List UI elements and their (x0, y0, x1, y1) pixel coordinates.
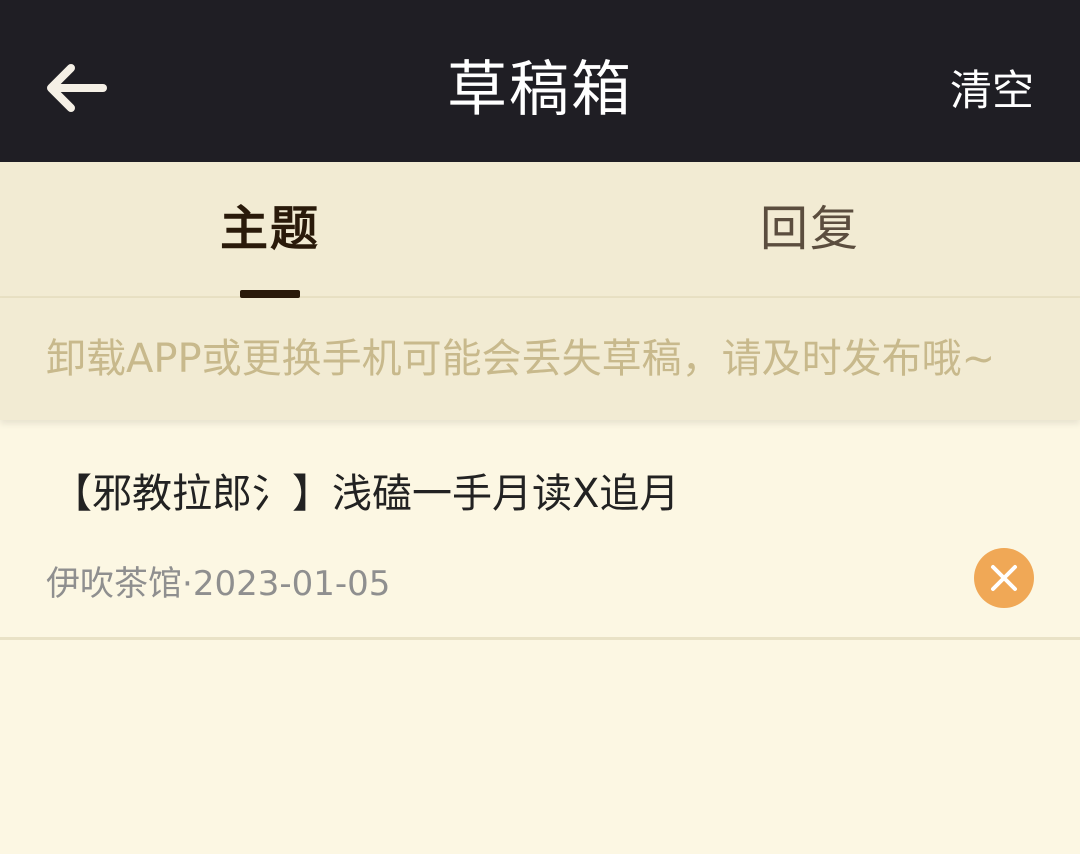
tab-topic-label: 主题 (219, 201, 320, 257)
tab-topic[interactable]: 主题 (140, 198, 400, 298)
notice-text: 卸载APP或更换手机可能会丢失草稿，请及时发布哦~ (46, 336, 996, 382)
draft-meta: 伊吹茶馆·2023-01-05 (46, 560, 390, 608)
draft-list: 【邪教拉郎氵】浅磕一手月读X追月 伊吹茶馆·2023-01-05 (0, 420, 1080, 640)
notice-banner: 卸载APP或更换手机可能会丢失草稿，请及时发布哦~ (0, 298, 1080, 420)
meta-separator: · (182, 564, 193, 604)
draft-item[interactable]: 【邪教拉郎氵】浅磕一手月读X追月 伊吹茶馆·2023-01-05 (0, 420, 1080, 640)
draft-forum: 伊吹茶馆 (46, 564, 182, 604)
top-bar: 草稿箱 清空 (0, 0, 1080, 162)
drafts-page: 草稿箱 清空 主题 回复 卸载APP或更换手机可能会丢失草稿，请及时发布哦~ 【… (0, 0, 1080, 854)
close-icon (991, 565, 1017, 591)
tab-reply[interactable]: 回复 (680, 198, 940, 288)
page-title: 草稿箱 (447, 55, 633, 125)
draft-title: 【邪教拉郎氵】浅磕一手月读X追月 (52, 471, 680, 517)
clear-button[interactable]: 清空 (950, 62, 1034, 120)
draft-date: 2023-01-05 (192, 564, 391, 604)
active-tab-indicator (240, 290, 300, 298)
delete-draft-button[interactable] (974, 548, 1034, 608)
tab-bar: 主题 回复 (0, 162, 1080, 298)
tab-reply-label: 回复 (759, 201, 860, 257)
